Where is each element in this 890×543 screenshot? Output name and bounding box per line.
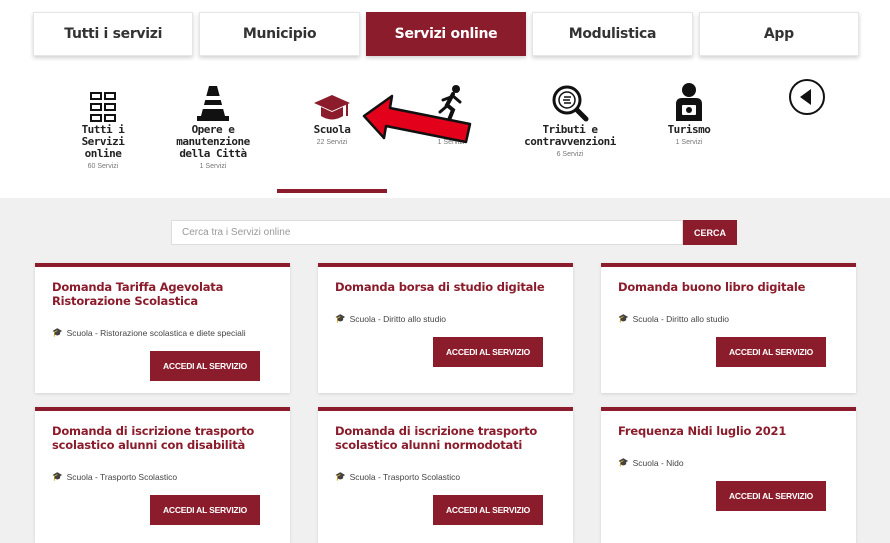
graduation-cap-icon: 🎓 <box>335 313 346 323</box>
active-category-indicator <box>277 189 387 193</box>
tourist-icon <box>634 78 744 122</box>
service-meta: 🎓 Scuola - Ristorazione scolastica e die… <box>52 327 246 338</box>
service-card: Domanda di iscrizione trasporto scolasti… <box>318 407 573 543</box>
tab-app[interactable]: App <box>698 12 860 56</box>
main-tabs: Tutti i servizi Municipio Servizi online… <box>33 12 860 58</box>
service-title[interactable]: Domanda di iscrizione trasporto scolasti… <box>52 424 288 452</box>
service-category: Scuola - Trasporto Scolastico <box>349 471 461 482</box>
service-meta: 🎓 Scuola - Trasporto Scolastico <box>52 471 177 482</box>
service-card: Domanda Tariffa Agevolata Ristorazione S… <box>35 263 290 393</box>
access-service-button[interactable]: ACCEDI AL SERVIZIO <box>150 495 260 525</box>
service-category: Scuola - Diritto allo studio <box>349 313 446 324</box>
category-count: 1 Servizi <box>675 139 703 146</box>
category-label: Opere e manutenzione della Città <box>176 123 250 160</box>
service-card: Domanda borsa di studio digitale 🎓 Scuol… <box>318 263 573 393</box>
category-label: Tutti i Servizi online <box>81 123 125 160</box>
service-category: Scuola - Ristorazione scolastica e diete… <box>66 327 246 338</box>
arrow-left-circle-icon <box>752 78 862 122</box>
service-meta: 🎓 Scuola - Nido <box>618 457 684 468</box>
grid-icon <box>48 78 158 122</box>
service-meta: 🎓 Scuola - Trasporto Scolastico <box>335 471 460 482</box>
service-category: Scuola - Diritto allo studio <box>632 313 729 324</box>
category-label: Turismo <box>667 123 711 136</box>
graduation-cap-icon: 🎓 <box>335 471 346 481</box>
service-title[interactable]: Domanda borsa di studio digitale <box>335 280 571 294</box>
red-arrow-icon <box>362 94 474 159</box>
category-label: Tributi e contravvenzioni <box>524 123 616 148</box>
access-service-button[interactable]: ACCEDI AL SERVIZIO <box>150 351 260 381</box>
access-service-button[interactable]: ACCEDI AL SERVIZIO <box>433 337 543 367</box>
service-title[interactable]: Frequenza Nidi luglio 2021 <box>618 424 854 438</box>
category-turismo[interactable]: Turismo 1 Servizi <box>634 78 744 146</box>
access-service-button[interactable]: ACCEDI AL SERVIZIO <box>433 495 543 525</box>
service-meta: 🎓 Scuola - Diritto allo studio <box>618 313 729 324</box>
graduation-cap-icon: 🎓 <box>618 457 629 467</box>
category-prev-button[interactable] <box>752 78 862 124</box>
service-meta: 🎓 Scuola - Diritto allo studio <box>335 313 446 324</box>
traffic-cone-icon <box>158 78 268 122</box>
category-count: 60 Servizi <box>87 163 119 170</box>
search-button[interactable]: CERCA <box>683 220 737 245</box>
service-card: Domanda di iscrizione trasporto scolasti… <box>35 407 290 543</box>
service-card: Frequenza Nidi luglio 2021 🎓 Scuola - Ni… <box>601 407 856 543</box>
category-opere[interactable]: Opere e manutenzione della Città 1 Servi… <box>158 78 268 170</box>
graduation-cap-icon: 🎓 <box>618 313 629 323</box>
service-category: Scuola - Nido <box>632 457 684 468</box>
magnifier-coin-icon <box>515 78 625 122</box>
graduation-cap-icon: 🎓 <box>52 471 63 481</box>
category-tributi[interactable]: Tributi e contravvenzioni 6 Servizi <box>515 78 625 158</box>
access-service-button[interactable]: ACCEDI AL SERVIZIO <box>716 481 826 511</box>
graduation-cap-icon: 🎓 <box>52 327 63 337</box>
service-card: Domanda buono libro digitale 🎓 Scuola - … <box>601 263 856 393</box>
tab-tutti-i-servizi[interactable]: Tutti i servizi <box>33 12 194 56</box>
search-input[interactable]: Cerca tra i Servizi online <box>171 220 683 245</box>
service-title[interactable]: Domanda buono libro digitale <box>618 280 854 294</box>
service-category: Scuola - Trasporto Scolastico <box>66 471 178 482</box>
category-tutti-i-servizi[interactable]: Tutti i Servizi online 60 Servizi <box>48 78 158 170</box>
tab-modulistica[interactable]: Modulistica <box>532 12 693 56</box>
access-service-button[interactable]: ACCEDI AL SERVIZIO <box>716 337 826 367</box>
category-count: 1 Servizi <box>199 163 227 170</box>
service-title[interactable]: Domanda di iscrizione trasporto scolasti… <box>335 424 571 452</box>
category-count: 6 Servizi <box>556 151 584 158</box>
tab-servizi-online[interactable]: Servizi online <box>365 12 527 56</box>
tab-municipio[interactable]: Municipio <box>199 12 360 56</box>
service-title[interactable]: Domanda Tariffa Agevolata Ristorazione S… <box>52 280 288 308</box>
